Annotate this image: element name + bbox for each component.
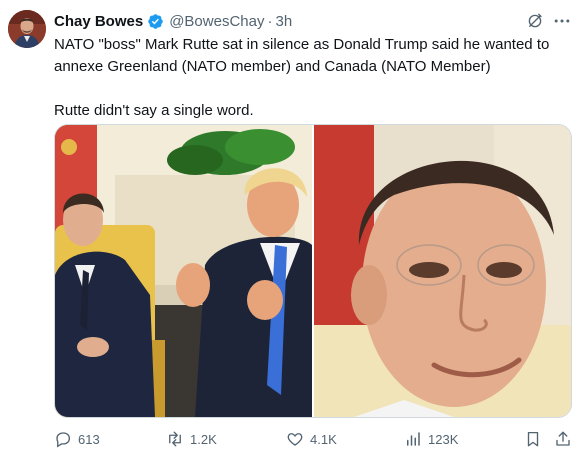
photo-rutte-closeup[interactable] bbox=[314, 125, 571, 417]
photo-oval-office[interactable] bbox=[55, 125, 312, 417]
author-handle[interactable]: @BowesChay bbox=[169, 13, 264, 30]
views-button[interactable]: 123K bbox=[404, 427, 458, 451]
reply-button[interactable]: 613 bbox=[54, 427, 100, 451]
repost-count: 1.2K bbox=[190, 431, 217, 447]
tweet[interactable]: Chay Bowes @BowesChay · 3h NATO "boss" M… bbox=[0, 0, 588, 464]
timestamp[interactable]: 3h bbox=[275, 13, 292, 30]
bookmark-icon bbox=[524, 430, 542, 448]
tweet-paragraph: NATO "boss" Mark Rutte sat in silence as… bbox=[54, 36, 550, 75]
views-count: 123K bbox=[428, 431, 459, 447]
like-count: 4.1K bbox=[310, 431, 337, 447]
tweet-header: Chay Bowes @BowesChay · 3h bbox=[54, 10, 292, 32]
tweet-text: NATO "boss" Mark Rutte sat in silence as… bbox=[54, 34, 574, 122]
bookmark-button[interactable] bbox=[524, 427, 542, 451]
separator-dot: · bbox=[267, 12, 273, 30]
repost-button[interactable]: 1.2K bbox=[166, 427, 217, 451]
more-icon[interactable] bbox=[550, 10, 574, 32]
repost-icon bbox=[166, 430, 184, 448]
grok-icon[interactable] bbox=[524, 10, 546, 32]
action-bar: 613 1.2K 4.1K 123K bbox=[54, 427, 574, 451]
reply-count: 613 bbox=[78, 431, 100, 447]
media-grid bbox=[54, 124, 572, 418]
views-chart-icon bbox=[404, 430, 422, 448]
heart-icon bbox=[286, 430, 304, 448]
share-button[interactable] bbox=[554, 427, 572, 451]
avatar[interactable] bbox=[8, 10, 46, 48]
verified-badge-icon bbox=[147, 13, 164, 30]
author-name[interactable]: Chay Bowes bbox=[54, 13, 143, 30]
share-icon bbox=[554, 430, 572, 448]
like-button[interactable]: 4.1K bbox=[286, 427, 337, 451]
tweet-paragraph: Rutte didn't say a single word. bbox=[54, 102, 254, 119]
reply-icon bbox=[54, 430, 72, 448]
